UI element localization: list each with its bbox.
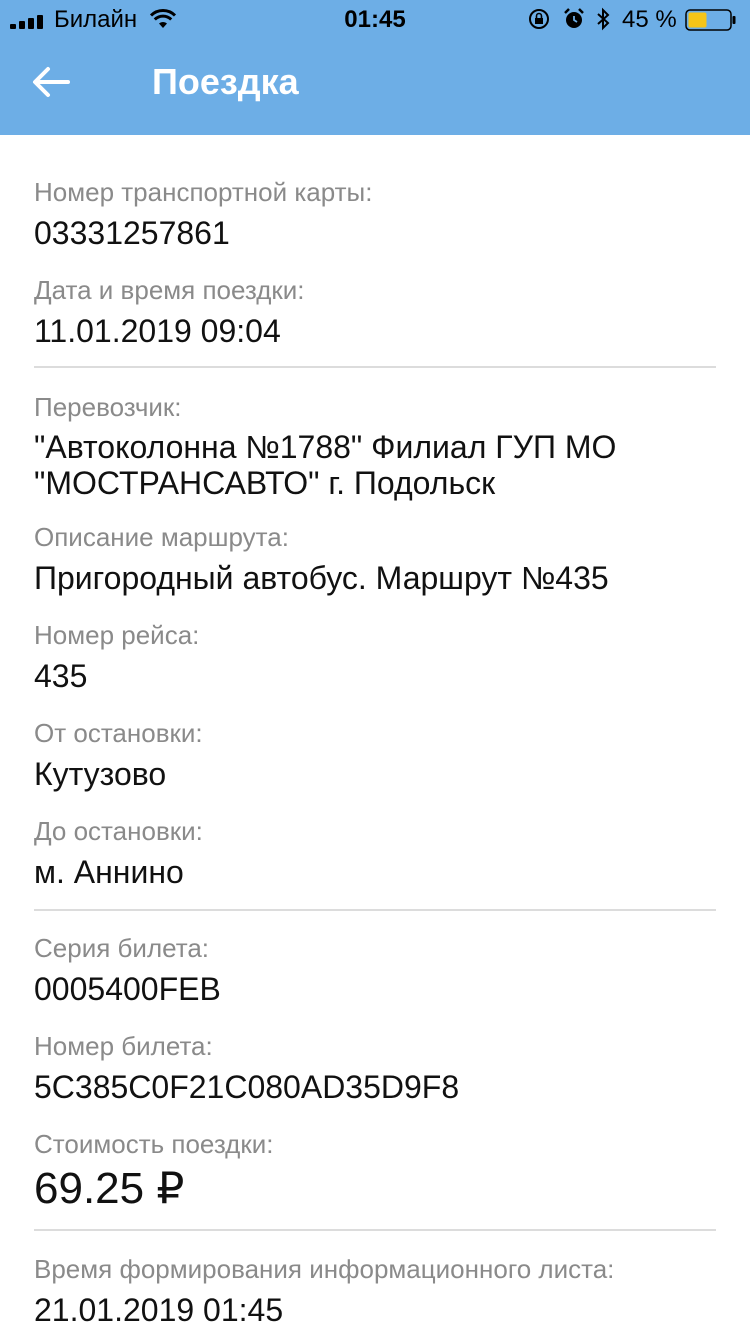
cost-field: Стоимость поездки: 69.25 ₽ (34, 1127, 716, 1215)
carrier-value: "Автоколонна №1788" Филиал ГУП МО "МОСТР… (34, 429, 617, 501)
generated-at-field: Время формирования информационного листа… (34, 1252, 716, 1329)
generated-at-label: Время формирования информационного листа… (34, 1254, 615, 1284)
cost-label: Стоимость поездки: (34, 1129, 274, 1159)
generated-at-value: 21.01.2019 01:45 (34, 1292, 284, 1328)
orientation-lock-icon (529, 9, 549, 29)
trip-datetime-field: Дата и время поездки: 11.01.2019 09:04 (34, 273, 716, 350)
to-stop-label: До остановки: (34, 816, 203, 846)
carrier-field: Перевозчик: "Автоколонна №1788" Филиал Г… (34, 390, 716, 501)
ticket-number-value: 5C385C0F21C080AD35D9F8 (34, 1069, 460, 1105)
trip-number-value: 435 (34, 658, 88, 694)
from-stop-value: Кутузово (34, 756, 167, 792)
alarm-icon (564, 8, 584, 28)
from-stop-label: От остановки: (34, 718, 203, 748)
ticket-series-value: 0005400FEB (34, 971, 221, 1007)
nav-bar: Поездка (0, 40, 750, 135)
to-stop-value: м. Аннино (34, 854, 184, 890)
cost-value: 69.25 ₽ (34, 1164, 185, 1213)
top-bar: Билайн 01:45 45 % Поездка (0, 0, 750, 135)
to-stop-field: До остановки: м. Аннино (34, 814, 716, 891)
card-number-value: 03331257861 (34, 215, 230, 251)
page-title: Поездка (152, 61, 299, 102)
divider (34, 909, 716, 911)
ticket-series-label: Серия билета: (34, 933, 210, 963)
carrier-label: Перевозчик: (34, 392, 182, 422)
ticket-number-field: Номер билета: 5C385C0F21C080AD35D9F8 (34, 1029, 716, 1106)
ticket-number-label: Номер билета: (34, 1031, 213, 1061)
ticket-series-field: Серия билета: 0005400FEB (34, 931, 716, 1008)
trip-datetime-value: 11.01.2019 09:04 (34, 313, 281, 349)
status-bar: Билайн 01:45 45 % (0, 0, 750, 40)
card-number-field: Номер транспортной карты: 03331257861 (34, 175, 716, 252)
route-field: Описание маршрута: Пригородный автобус. … (34, 520, 716, 597)
card-number-label: Номер транспортной карты: (34, 177, 373, 207)
route-label: Описание маршрута: (34, 522, 289, 552)
from-stop-field: От остановки: Кутузово (34, 716, 716, 793)
battery-icon (685, 9, 736, 31)
divider (34, 1229, 716, 1231)
trip-number-label: Номер рейса: (34, 620, 200, 650)
trip-datetime-label: Дата и время поездки: (34, 275, 305, 305)
trip-number-field: Номер рейса: 435 (34, 618, 716, 695)
route-value: Пригородный автобус. Маршрут №435 (34, 560, 609, 596)
divider (34, 366, 716, 368)
arrow-left-icon[interactable] (24, 60, 78, 104)
bluetooth-icon (597, 7, 610, 31)
battery-percent: 45 % (622, 6, 677, 33)
